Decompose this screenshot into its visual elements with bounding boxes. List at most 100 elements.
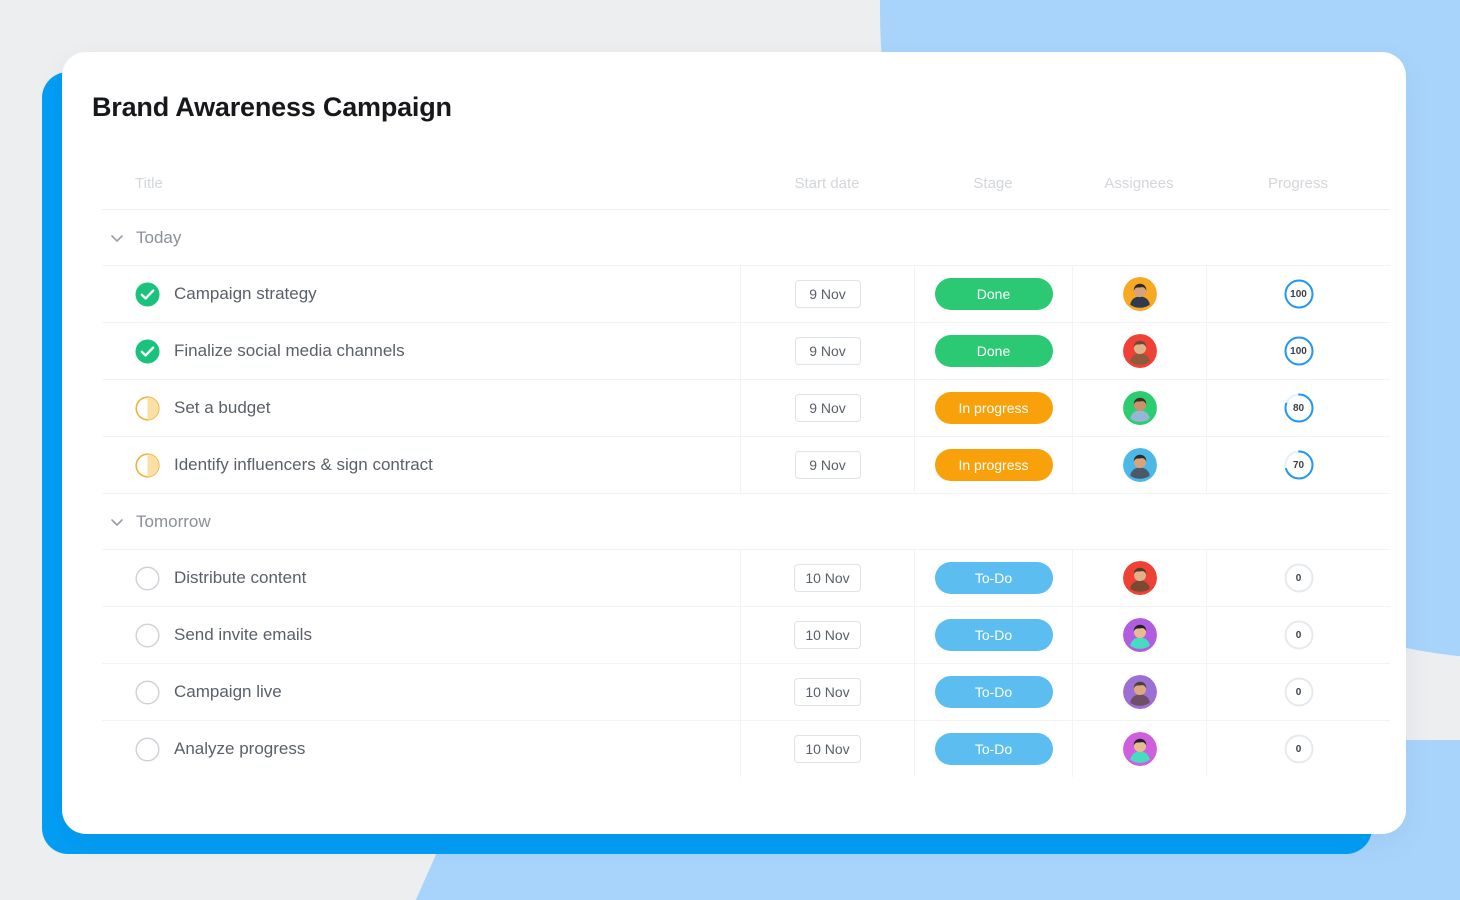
stage-cell[interactable]: In progress	[914, 380, 1072, 436]
task-status-half-icon[interactable]	[135, 452, 160, 478]
stage-cell[interactable]: To-Do	[914, 721, 1072, 777]
stage-badge[interactable]: To-Do	[934, 676, 1053, 708]
assignees-cell[interactable]	[1072, 437, 1206, 493]
progress-value: 100	[1290, 345, 1307, 357]
start-date-chip[interactable]: 10 Nov	[794, 735, 861, 763]
table-row[interactable]: Distribute content 10 Nov To-Do 0	[102, 550, 1390, 607]
stage-cell[interactable]: In progress	[914, 437, 1072, 493]
task-status-check-icon[interactable]	[135, 282, 160, 307]
start-date-chip[interactable]: 10 Nov	[794, 678, 861, 706]
task-title: Finalize social media channels	[174, 341, 405, 360]
stage-cell[interactable]: To-Do	[914, 664, 1072, 720]
progress-cell[interactable]: 100	[1206, 266, 1390, 322]
task-title-cell[interactable]: Analyze progress	[102, 721, 740, 777]
progress-ring: 80	[1283, 392, 1315, 424]
start-date-cell[interactable]: 10 Nov	[740, 664, 914, 720]
task-title-cell[interactable]: Distribute content	[102, 550, 740, 606]
progress-cell[interactable]: 100	[1206, 323, 1390, 379]
table-row[interactable]: Identify influencers & sign contract 9 No…	[102, 437, 1390, 494]
stage-badge[interactable]: To-Do	[934, 562, 1053, 594]
start-date-chip[interactable]: 9 Nov	[794, 337, 861, 365]
assignees-cell[interactable]	[1072, 380, 1206, 436]
task-status-empty-icon[interactable]	[135, 565, 160, 591]
page-title: Brand Awareness Campaign	[92, 92, 452, 122]
table-row[interactable]: Campaign live 10 Nov To-Do 0	[102, 664, 1390, 721]
task-title-cell[interactable]: Identify influencers & sign contract	[102, 437, 740, 493]
progress-cell[interactable]: 0	[1206, 721, 1390, 777]
start-date-cell[interactable]: 9 Nov	[740, 266, 914, 322]
start-date-cell[interactable]: 9 Nov	[740, 323, 914, 379]
progress-value: 100	[1290, 288, 1307, 300]
task-status-check-icon[interactable]	[135, 339, 160, 364]
avatar[interactable]	[1122, 618, 1157, 652]
stage-badge[interactable]: In progress	[934, 449, 1053, 481]
assignees-cell[interactable]	[1072, 266, 1206, 322]
progress-ring: 100	[1283, 278, 1315, 310]
task-group-header[interactable]: Tomorrow	[102, 494, 1390, 550]
chevron-down-icon[interactable]	[108, 513, 126, 531]
stage-cell[interactable]: Done	[914, 266, 1072, 322]
avatar[interactable]	[1122, 675, 1157, 709]
start-date-chip[interactable]: 10 Nov	[794, 621, 861, 649]
table-row[interactable]: Campaign strategy 9 Nov Done 100	[102, 266, 1390, 323]
progress-ring: 70	[1283, 449, 1315, 481]
task-title-cell[interactable]: Campaign strategy	[102, 266, 740, 322]
assignees-cell[interactable]	[1072, 664, 1206, 720]
task-group-header[interactable]: Today	[102, 210, 1390, 266]
table-row[interactable]: Analyze progress 10 Nov To-Do 0	[102, 721, 1390, 777]
progress-cell[interactable]: 0	[1206, 664, 1390, 720]
assignees-cell[interactable]	[1072, 550, 1206, 606]
table-row[interactable]: Finalize social media channels 9 Nov Done 1…	[102, 323, 1390, 380]
stage-cell[interactable]: To-Do	[914, 607, 1072, 663]
stage-badge[interactable]: To-Do	[934, 619, 1053, 651]
table-header-row: Title Start date Stage Assignees Progres…	[102, 157, 1390, 210]
avatar[interactable]	[1122, 391, 1157, 425]
assignees-cell[interactable]	[1072, 721, 1206, 777]
task-status-half-icon[interactable]	[135, 395, 160, 421]
avatar[interactable]	[1122, 561, 1157, 595]
start-date-cell[interactable]: 10 Nov	[740, 550, 914, 606]
start-date-chip[interactable]: 9 Nov	[794, 280, 861, 308]
task-status-empty-icon[interactable]	[135, 622, 160, 648]
progress-cell[interactable]: 80	[1206, 380, 1390, 436]
progress-ring: 100	[1283, 335, 1315, 367]
table-row[interactable]: Send invite emails 10 Nov To-Do 0	[102, 607, 1390, 664]
start-date-cell[interactable]: 10 Nov	[740, 607, 914, 663]
task-status-empty-icon[interactable]	[135, 679, 160, 705]
stage-badge[interactable]: To-Do	[934, 733, 1053, 765]
start-date-cell[interactable]: 10 Nov	[740, 721, 914, 777]
progress-ring: 0	[1283, 619, 1315, 651]
start-date-chip[interactable]: 9 Nov	[794, 451, 861, 479]
task-title-cell[interactable]: Set a budget	[102, 380, 740, 436]
start-date-cell[interactable]: 9 Nov	[740, 437, 914, 493]
avatar[interactable]	[1122, 448, 1157, 482]
task-title: Send invite emails	[174, 625, 312, 644]
task-title: Analyze progress	[174, 739, 306, 758]
task-title-cell[interactable]: Campaign live	[102, 664, 740, 720]
start-date-chip[interactable]: 10 Nov	[794, 564, 861, 592]
stage-badge[interactable]: In progress	[934, 392, 1053, 424]
stage-badge[interactable]: Done	[934, 335, 1053, 367]
table-row[interactable]: Set a budget 9 Nov In progress 80	[102, 380, 1390, 437]
avatar[interactable]	[1122, 334, 1157, 368]
stage-cell[interactable]: Done	[914, 323, 1072, 379]
start-date-cell[interactable]: 9 Nov	[740, 380, 914, 436]
task-title-cell[interactable]: Send invite emails	[102, 607, 740, 663]
progress-cell[interactable]: 0	[1206, 550, 1390, 606]
avatar[interactable]	[1122, 277, 1157, 311]
stage-badge[interactable]: Done	[934, 278, 1053, 310]
chevron-down-icon[interactable]	[108, 229, 126, 247]
progress-value: 0	[1295, 572, 1302, 584]
task-status-empty-icon[interactable]	[135, 736, 160, 762]
progress-value: 0	[1295, 743, 1302, 755]
task-title-cell[interactable]: Finalize social media channels	[102, 323, 740, 379]
column-header-stage: Stage	[973, 174, 1013, 192]
task-title: Campaign live	[174, 682, 282, 701]
start-date-chip[interactable]: 9 Nov	[794, 394, 861, 422]
progress-cell[interactable]: 0	[1206, 607, 1390, 663]
assignees-cell[interactable]	[1072, 607, 1206, 663]
assignees-cell[interactable]	[1072, 323, 1206, 379]
avatar[interactable]	[1122, 732, 1157, 766]
progress-cell[interactable]: 70	[1206, 437, 1390, 493]
stage-cell[interactable]: To-Do	[914, 550, 1072, 606]
